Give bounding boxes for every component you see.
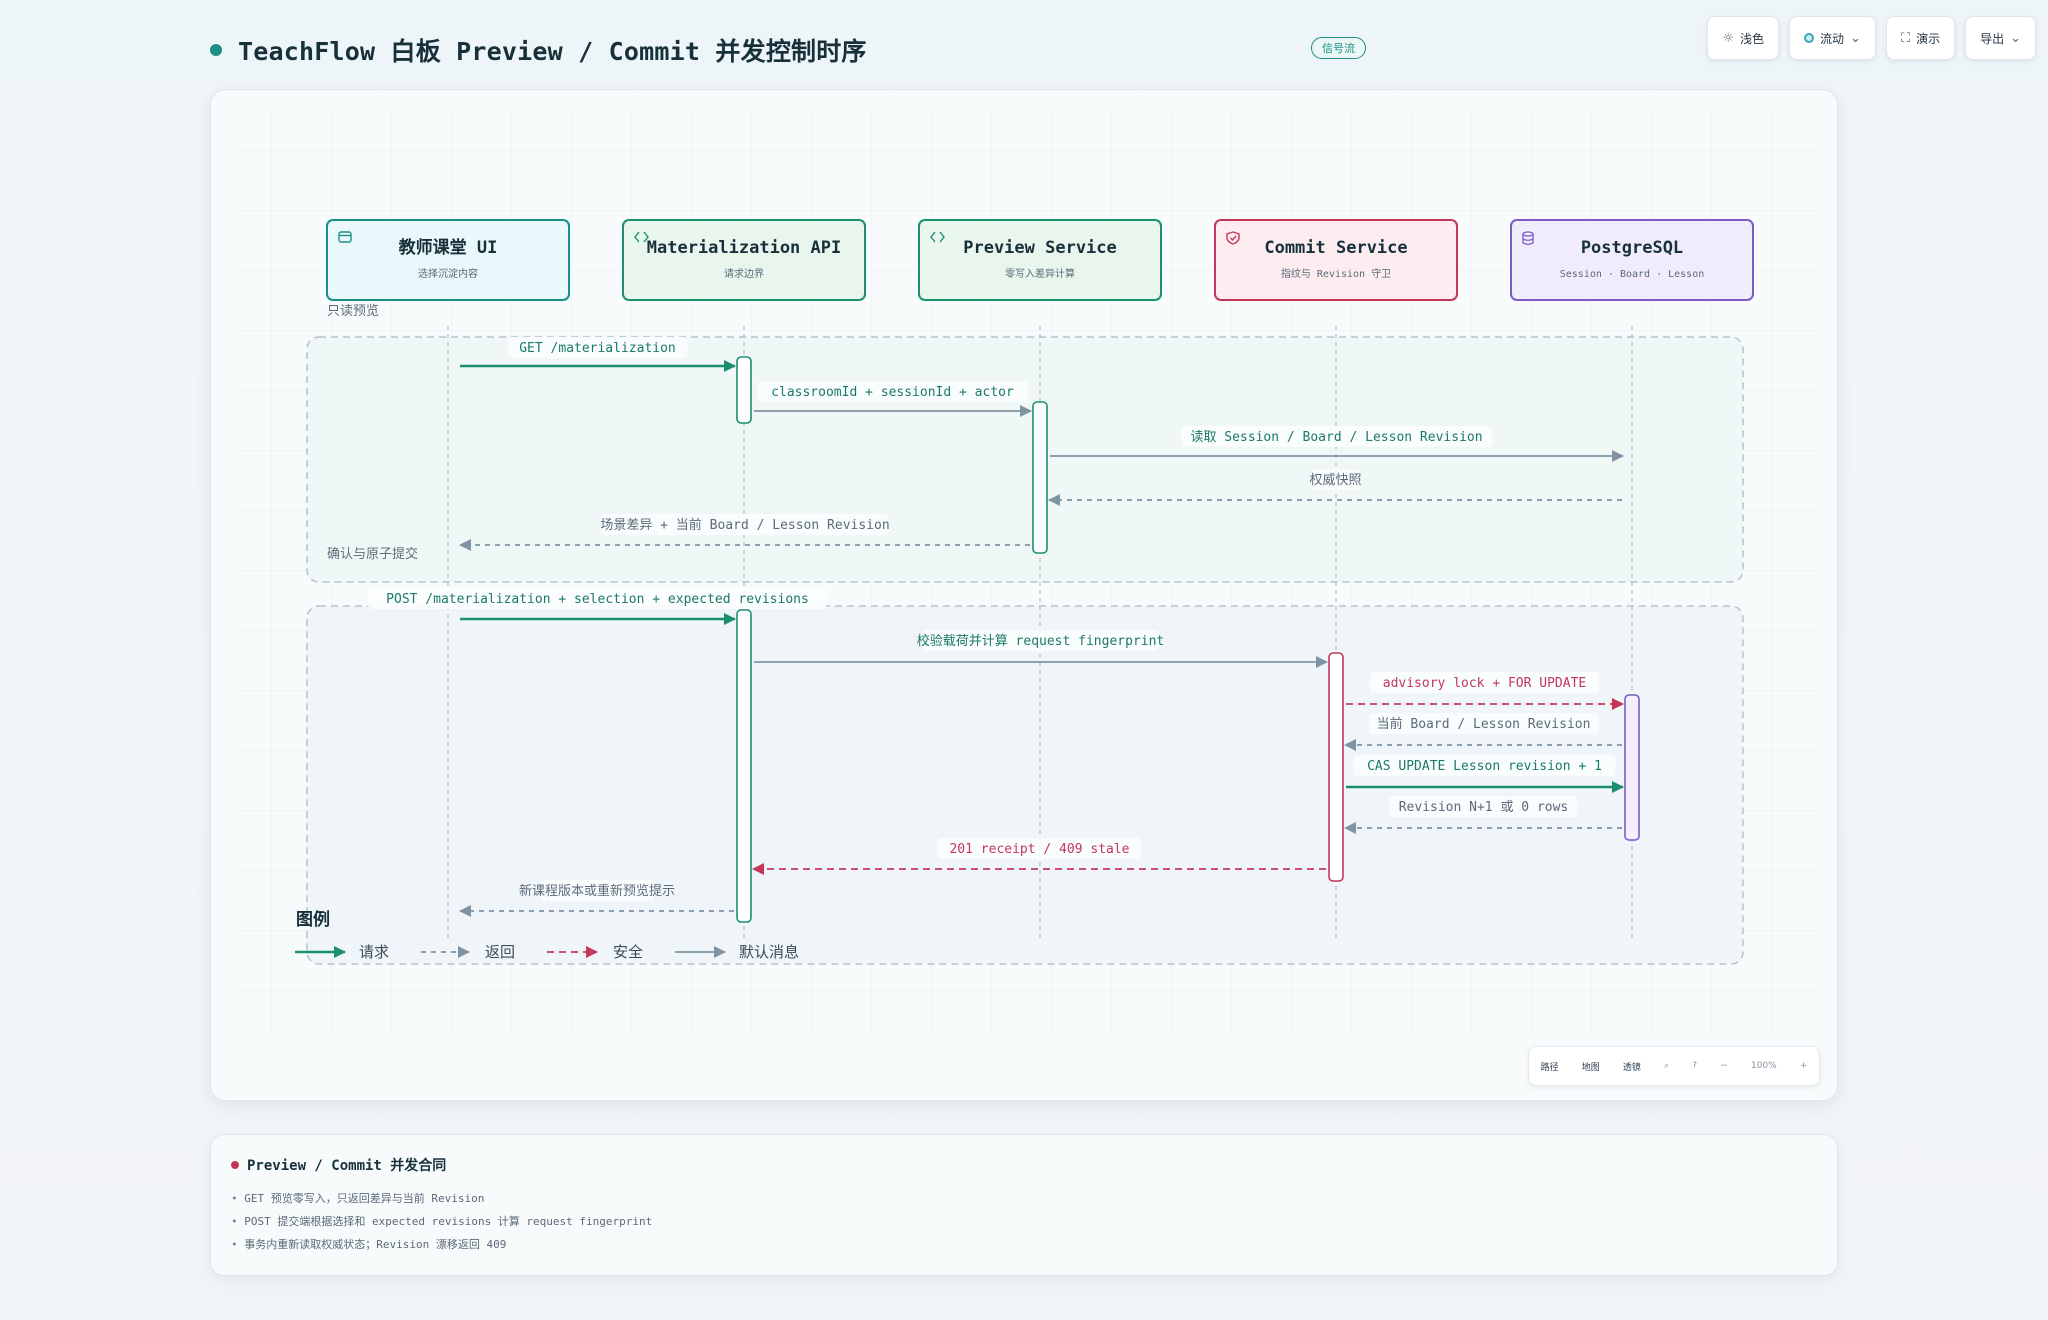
theme-button[interactable]: ☼ 浅色: [1707, 16, 1780, 60]
participant-api[interactable]: Materialization API 请求边界: [622, 219, 866, 301]
signal-flow-badge[interactable]: 信号流: [1311, 37, 1366, 59]
message-label: POST /materialization + selection + expe…: [386, 592, 809, 607]
participant-box[interactable]: [1214, 219, 1458, 301]
participant-subtitle: 请求边界: [724, 267, 764, 280]
fragment-label: 只读预览: [327, 303, 379, 319]
message-label: GET /materialization: [519, 341, 676, 356]
legend-label: 返回: [485, 943, 515, 961]
participant-title: 教师课堂 UI: [398, 237, 498, 258]
participant-title: Materialization API: [647, 238, 841, 258]
message-label: Revision N+1 或 0 rows: [1399, 800, 1569, 815]
participant-subtitle: 零写入差异计算: [1005, 267, 1075, 280]
chevron-down-icon: ⌄: [2010, 30, 2021, 46]
flow-button[interactable]: 流动 ⌄: [1789, 16, 1876, 60]
diagram-canvas[interactable]: 只读预览确认与原子提交 教师课堂 UI 选择沉淀内容 Materialization…: [210, 89, 1838, 1101]
legend-label: 请求: [359, 943, 389, 961]
note-item: POST 提交端根据选择和 expected revisions 计算 requ…: [231, 1210, 1817, 1233]
zoom-toolbar: 路径 地图 透镜 ⌕ ? − 100% +: [1528, 1046, 1820, 1086]
sequence-diagram: 只读预览确认与原子提交 教师课堂 UI 选择沉淀内容 Materialization…: [235, 114, 1815, 1034]
participant-subtitle: 指纹与 Revision 守卫: [1281, 267, 1391, 280]
message-label: 当前 Board / Lesson Revision: [1377, 716, 1591, 732]
participant-subtitle: 选择沉淀内容: [418, 267, 478, 280]
message-label: CAS UPDATE Lesson revision + 1: [1367, 759, 1602, 774]
chevron-down-icon: ⌄: [1850, 30, 1861, 46]
participant-preview[interactable]: Preview Service 零写入差异计算: [918, 219, 1162, 301]
search-icon[interactable]: ⌕: [1664, 1061, 1669, 1071]
page-header: TeachFlow 白板 Preview / Commit 并发控制时序: [210, 30, 867, 70]
participant-box[interactable]: [622, 219, 866, 301]
legend-label: 默认消息: [739, 943, 799, 961]
activation-bar: [736, 356, 752, 424]
note-item: GET 预览零写入，只返回差异与当前 Revision: [231, 1187, 1817, 1210]
legend-label: 安全: [613, 943, 643, 961]
theme-label: 浅色: [1740, 31, 1765, 46]
activation-bar: [1032, 401, 1048, 554]
message-label: 201 receipt / 409 stale: [949, 842, 1129, 857]
activation-bar: [736, 609, 752, 923]
participant-box[interactable]: [326, 219, 570, 301]
present-button[interactable]: ⛶ 演示: [1885, 16, 1956, 60]
note-item: 事务内重新读取权威状态；Revision 漂移返回 409: [231, 1233, 1817, 1256]
fragment-label: 确认与原子提交: [327, 546, 418, 562]
page-title: TeachFlow 白板 Preview / Commit 并发控制时序: [238, 37, 867, 66]
zoom-out-button[interactable]: −: [1720, 1061, 1728, 1071]
activation-bar: [1624, 694, 1640, 841]
message-label: 读取 Session / Board / Lesson Revision: [1190, 430, 1482, 445]
participant-db[interactable]: PostgreSQL Session · Board · Lesson: [1510, 219, 1754, 301]
participant-commit[interactable]: Commit Service 指纹与 Revision 守卫: [1214, 219, 1458, 301]
map-button[interactable]: 地图: [1582, 1060, 1600, 1073]
lens-button[interactable]: 透镜: [1623, 1060, 1641, 1073]
path-button[interactable]: 路径: [1541, 1060, 1559, 1073]
flow-icon: [1804, 33, 1815, 43]
participant-box[interactable]: [1510, 219, 1754, 301]
zoom-in-button[interactable]: +: [1800, 1061, 1808, 1071]
help-icon[interactable]: ?: [1692, 1061, 1697, 1071]
toolbar: ☼ 浅色 流动 ⌄ ⛶ 演示 导出 ⌄: [1707, 16, 2036, 60]
notes-title: Preview / Commit 并发合同: [231, 1155, 1817, 1175]
message-label: classroomId + sessionId + actor: [771, 385, 1014, 400]
notes-title-text: Preview / Commit 并发合同: [247, 1158, 447, 1174]
title-dot: [210, 44, 222, 56]
export-button[interactable]: 导出 ⌄: [1965, 16, 2036, 60]
sun-icon: ☼: [1722, 30, 1735, 46]
export-label: 导出: [1980, 31, 2005, 46]
present-label: 演示: [1916, 31, 1941, 46]
flow-label: 流动: [1820, 31, 1845, 46]
message-label: 新课程版本或重新预览提示: [519, 883, 675, 899]
notes-list: GET 预览零写入，只返回差异与当前 Revision POST 提交端根据选择…: [231, 1187, 1817, 1256]
activation-bar: [1328, 652, 1344, 882]
participant-ui[interactable]: 教师课堂 UI 选择沉淀内容: [326, 219, 570, 301]
contract-notes-panel: Preview / Commit 并发合同 GET 预览零写入，只返回差异与当前…: [210, 1134, 1838, 1276]
fullscreen-icon: ⛶: [1900, 30, 1911, 46]
notes-dot: [231, 1161, 239, 1169]
participant-box[interactable]: [918, 219, 1162, 301]
participant-title: Preview Service: [963, 238, 1117, 258]
legend-title: 图例: [296, 909, 330, 930]
participant-subtitle: Session · Board · Lesson: [1560, 269, 1705, 280]
message-label: 校验载荷并计算 request fingerprint: [917, 633, 1165, 649]
message-label: advisory lock + FOR UPDATE: [1383, 676, 1587, 691]
participant-title: Commit Service: [1264, 238, 1407, 258]
zoom-level: 100%: [1750, 1061, 1777, 1071]
message-label: 场景差异 + 当前 Board / Lesson Revision: [600, 517, 889, 533]
participant-title: PostgreSQL: [1581, 238, 1683, 258]
message-label: 权威快照: [1309, 472, 1361, 488]
